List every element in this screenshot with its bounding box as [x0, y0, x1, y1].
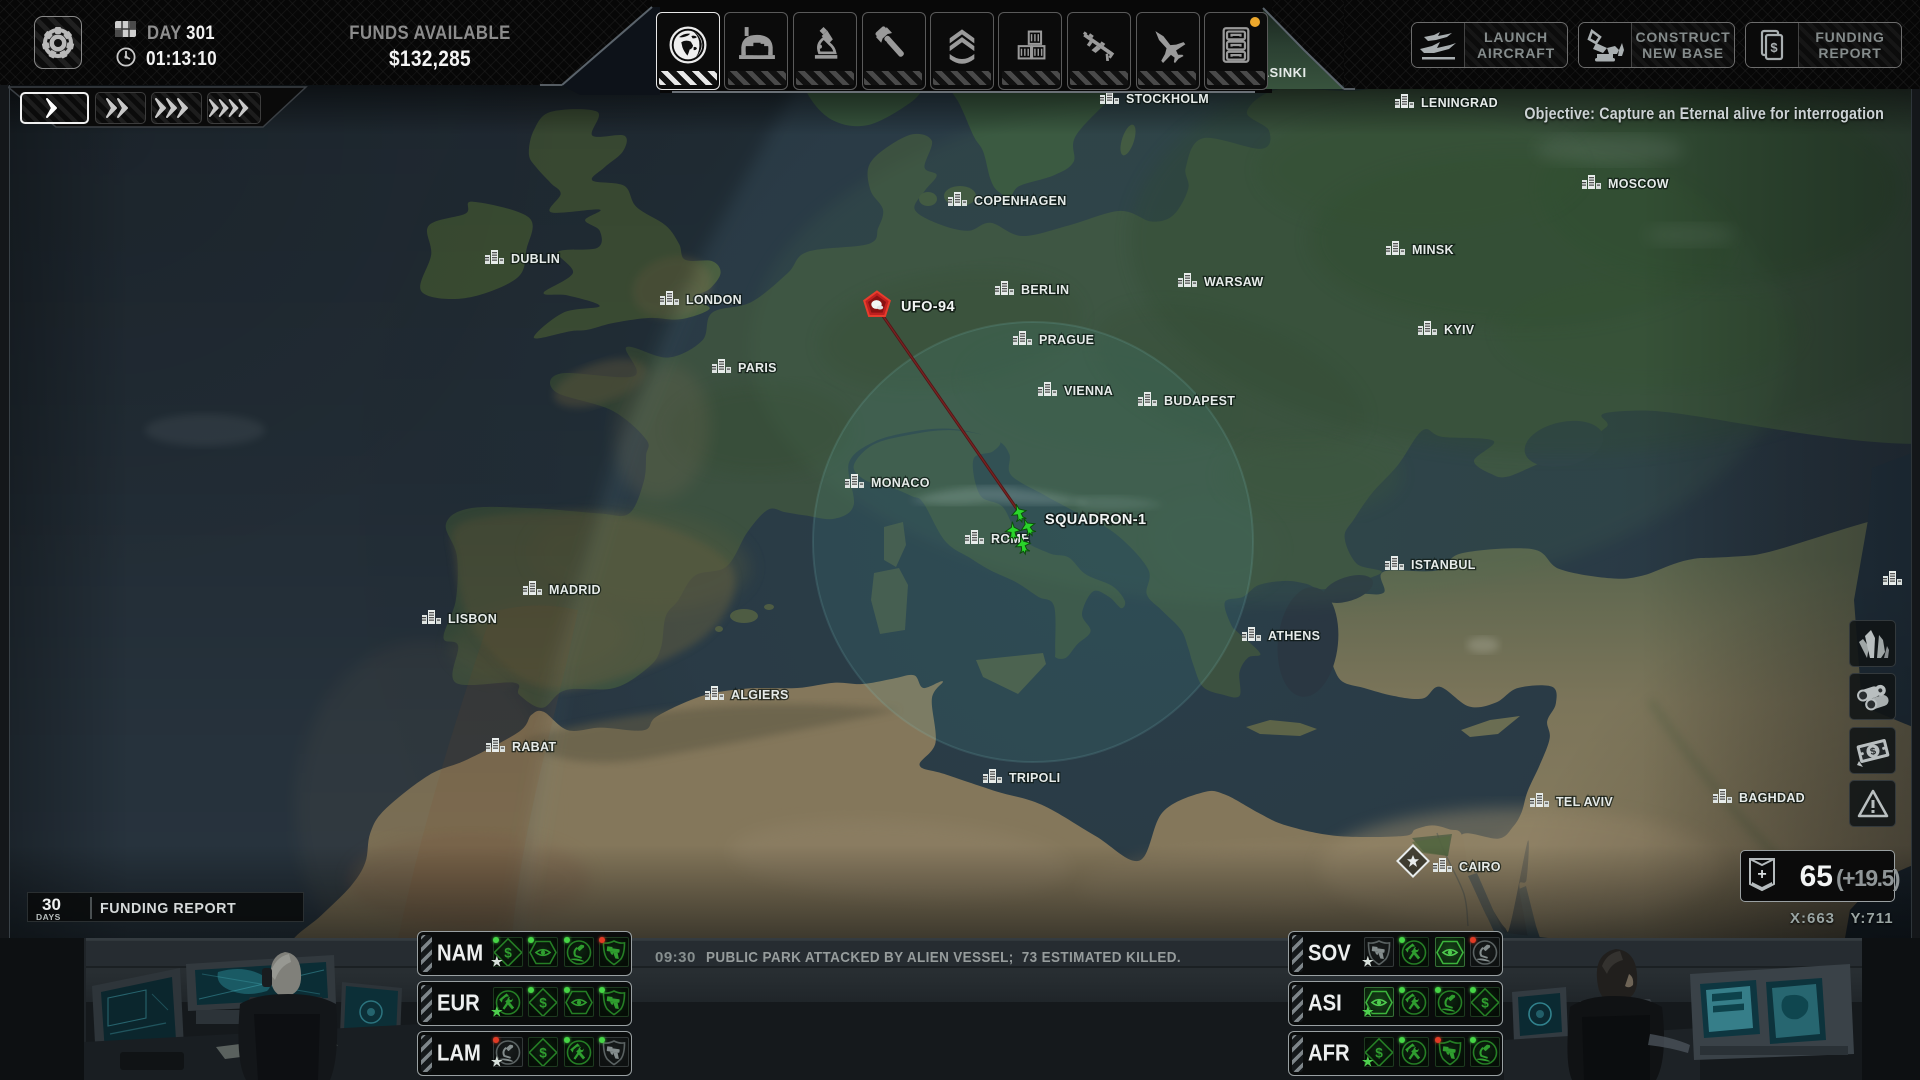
svg-text:PARIS: PARIS [738, 361, 777, 375]
svg-text:DUBLIN: DUBLIN [511, 252, 560, 266]
svg-text:TEL AVIV: TEL AVIV [1556, 795, 1613, 809]
svg-text:BERLIN: BERLIN [1021, 283, 1069, 297]
svg-text:CAIRO: CAIRO [1459, 860, 1501, 874]
svg-text:MADRID: MADRID [549, 583, 601, 597]
svg-text:$: $ [540, 1045, 548, 1060]
svg-text:LONDON: LONDON [686, 293, 742, 307]
svg-text:MONACO: MONACO [871, 476, 930, 490]
svg-text:ALGIERS: ALGIERS [731, 688, 789, 702]
svg-text:KYIV: KYIV [1444, 323, 1475, 337]
svg-text:WARSAW: WARSAW [1204, 275, 1263, 289]
svg-text:VIENNA: VIENNA [1064, 384, 1113, 398]
svg-text:BAGHDAD: BAGHDAD [1739, 791, 1805, 805]
svg-text:MINSK: MINSK [1412, 243, 1454, 257]
svg-text:SQUADRON-1: SQUADRON-1 [1045, 512, 1146, 528]
svg-text:$: $ [540, 995, 548, 1010]
svg-text:BUDAPEST: BUDAPEST [1164, 394, 1235, 408]
svg-text:ATHENS: ATHENS [1268, 629, 1320, 643]
svg-text:$: $ [1770, 40, 1778, 55]
svg-text:UFO-94: UFO-94 [901, 299, 955, 315]
svg-text:COPENHAGEN: COPENHAGEN [974, 194, 1067, 208]
svg-text:LISBON: LISBON [448, 612, 497, 626]
svg-text:PRAGUE: PRAGUE [1039, 333, 1094, 347]
svg-text:RABAT: RABAT [512, 740, 556, 754]
svg-text:MOSCOW: MOSCOW [1608, 177, 1669, 191]
svg-text:$: $ [1375, 1045, 1383, 1060]
svg-text:$: $ [1481, 995, 1489, 1010]
svg-text:TRIPOLI: TRIPOLI [1009, 771, 1060, 785]
svg-text:+: + [1757, 866, 1766, 883]
svg-text:$: $ [504, 945, 512, 960]
svg-text:ISTANBUL: ISTANBUL [1411, 558, 1476, 572]
